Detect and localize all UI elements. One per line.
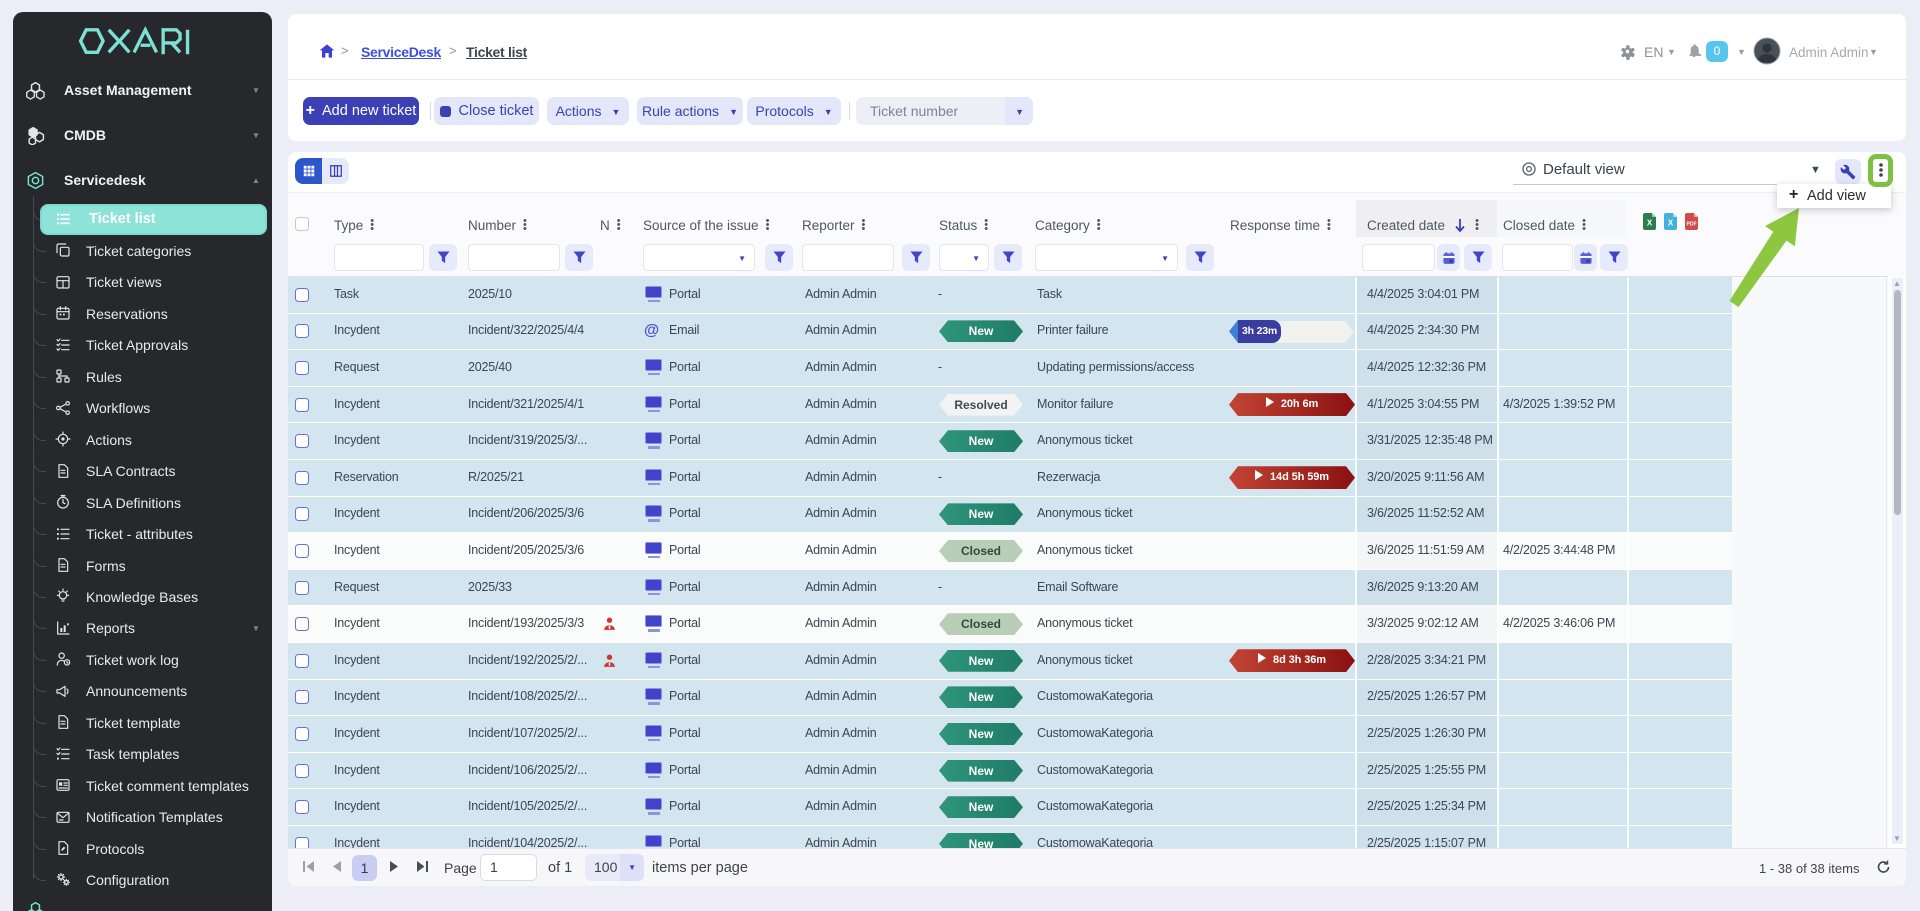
- svg-text:PDF: PDF: [1687, 222, 1697, 228]
- svg-text:X: X: [1647, 219, 1653, 228]
- svg-text:X: X: [1668, 219, 1674, 228]
